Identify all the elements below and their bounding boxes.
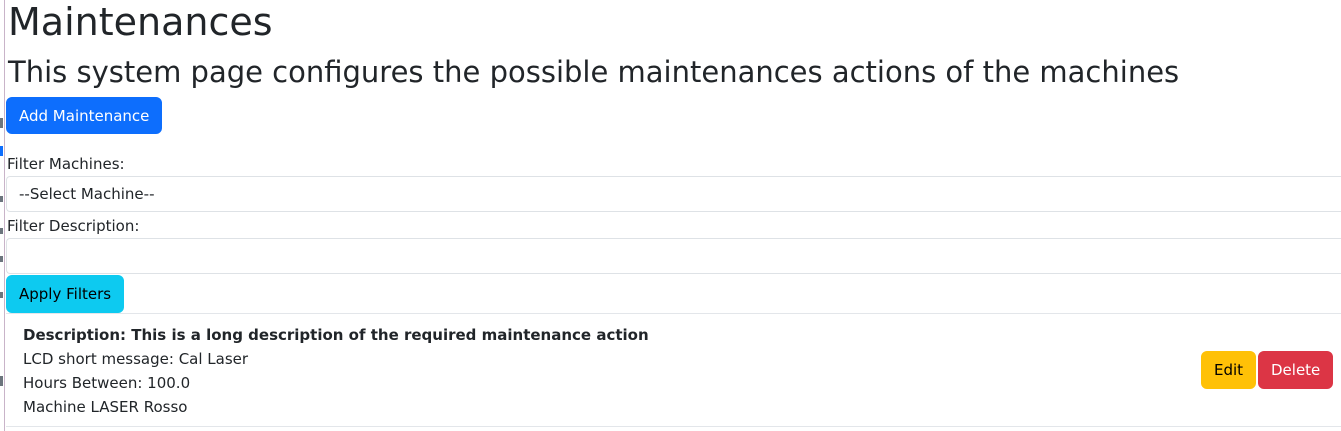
edge-mark — [0, 376, 3, 386]
edge-mark — [0, 292, 3, 298]
delete-button[interactable]: Delete — [1258, 351, 1334, 389]
maintenance-description: Description: This is a long description … — [23, 326, 649, 344]
page-title: Maintenances — [8, 0, 273, 44]
edge-mark — [0, 118, 3, 128]
edge-mark — [0, 228, 3, 234]
maintenance-machine: Machine LASER Rosso — [23, 398, 188, 416]
maintenance-item: Description: This is a long description … — [6, 313, 1341, 427]
filter-machines-label: Filter Machines: — [7, 155, 125, 173]
add-maintenance-button[interactable]: Add Maintenance — [6, 97, 163, 134]
edit-button[interactable]: Edit — [1201, 351, 1257, 389]
edge-mark — [0, 196, 3, 202]
machine-select-value: --Select Machine-- — [19, 185, 155, 203]
apply-filters-button[interactable]: Apply Filters — [6, 275, 125, 313]
page-subtitle: This system page configures the possible… — [8, 55, 1180, 89]
edge-mark — [0, 256, 3, 262]
filter-description-label: Filter Description: — [7, 217, 140, 235]
maintenance-hours-between: Hours Between: 100.0 — [23, 374, 191, 392]
description-filter-input[interactable] — [6, 238, 1341, 274]
maintenance-lcd-message: LCD short message: Cal Laser — [23, 350, 249, 368]
edge-mark — [0, 146, 3, 156]
left-edge-strip — [0, 0, 5, 431]
machine-select[interactable]: --Select Machine-- — [6, 176, 1341, 212]
